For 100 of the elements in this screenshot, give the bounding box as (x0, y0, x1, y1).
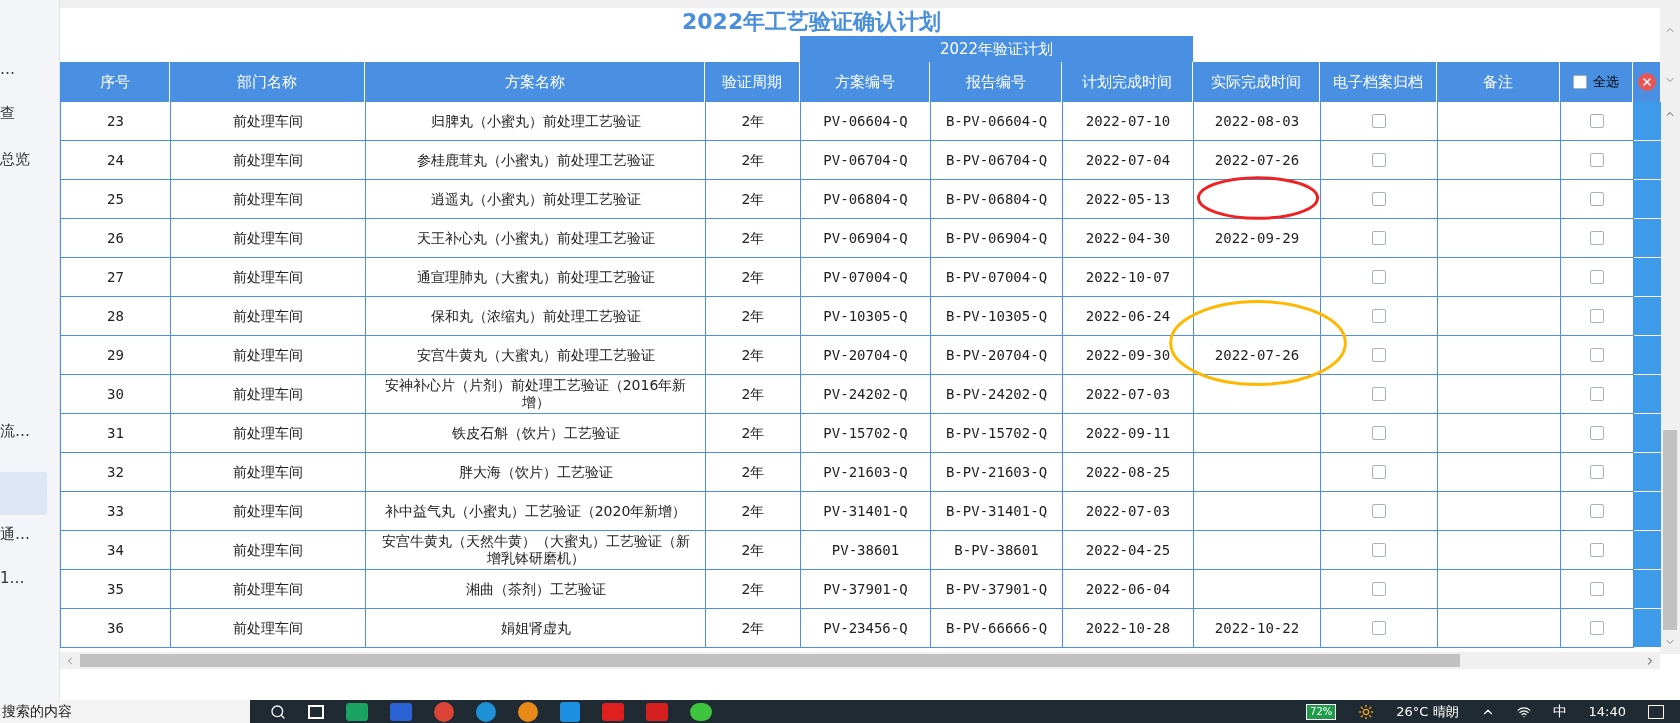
sun-icon[interactable] (1358, 703, 1375, 720)
table-cell: 2022-04-25 (1063, 531, 1194, 570)
battery-indicator[interactable]: 72% (1306, 703, 1337, 720)
checkbox[interactable] (1590, 543, 1604, 557)
clock[interactable]: 14:40 (1588, 701, 1626, 722)
row-handle[interactable] (1634, 375, 1661, 414)
table-cell: B-PV-20704-Q (931, 336, 1063, 375)
checkbox[interactable] (1372, 504, 1386, 518)
table-cell: PV-38601 (801, 531, 931, 570)
row-handle[interactable] (1634, 141, 1661, 180)
checkbox[interactable] (1372, 465, 1386, 479)
table-cell: 29 (61, 336, 171, 375)
checkbox[interactable] (1372, 621, 1386, 635)
checkbox[interactable] (1590, 426, 1604, 440)
checkbox[interactable] (1372, 114, 1386, 128)
task-view-icon[interactable] (308, 704, 324, 719)
table-cell: 逍遥丸（小蜜丸）前处理工艺验证 (366, 180, 706, 219)
table-cell: B-PV-31401-Q (931, 492, 1063, 531)
sidebar-item[interactable]: … (0, 58, 47, 80)
table-cell: B-PV-24202-Q (931, 375, 1063, 414)
checkbox[interactable] (1590, 114, 1604, 128)
checkbox[interactable] (1372, 426, 1386, 440)
table-cell: 2022-07-26 (1194, 141, 1321, 180)
checkbox[interactable] (1590, 270, 1604, 284)
column-header: 部门名称 (170, 62, 365, 102)
table-cell: 湘曲（茶剂）工艺验证 (366, 570, 706, 609)
horizontal-scrollbar[interactable] (60, 652, 1660, 669)
app-icon[interactable] (690, 702, 712, 721)
table-cell: 2022-10-22 (1194, 609, 1321, 648)
table-cell: 参桂鹿茸丸（小蜜丸）前处理工艺验证 (366, 141, 706, 180)
weather-text[interactable]: 26°C 晴朗 (1396, 701, 1459, 722)
app-icon[interactable] (602, 702, 624, 721)
close-icon[interactable] (1637, 73, 1656, 91)
row-handle[interactable] (1634, 180, 1661, 219)
table-cell: 娟姐肾虚丸 (366, 609, 706, 648)
checkbox[interactable] (1590, 582, 1604, 596)
search-icon[interactable] (270, 703, 286, 720)
checkbox[interactable] (1573, 75, 1587, 89)
column-header: 方案编号 (800, 62, 930, 102)
sidebar-item[interactable]: 通… (0, 523, 47, 545)
table-cell: 前处理车间 (171, 609, 366, 648)
app-icon[interactable] (518, 701, 538, 722)
table-cell: 2022-07-26 (1194, 336, 1321, 375)
checkbox[interactable] (1590, 231, 1604, 245)
wifi-icon[interactable] (1516, 704, 1531, 719)
table-cell: 前处理车间 (171, 336, 366, 375)
row-handle[interactable] (1634, 336, 1661, 375)
column-header: 电子档案归档 (1320, 62, 1437, 102)
app-icon[interactable] (560, 701, 580, 722)
checkbox[interactable] (1372, 543, 1386, 557)
row-handle[interactable] (1634, 297, 1661, 336)
checkbox[interactable] (1590, 504, 1604, 518)
checkbox[interactable] (1372, 270, 1386, 284)
table-cell: 31 (61, 414, 171, 453)
checkbox[interactable] (1372, 231, 1386, 245)
sidebar-item[interactable]: 1… (0, 567, 47, 589)
scrollbar-thumb[interactable] (80, 654, 1460, 667)
table-cell: B-PV-21603-Q (931, 453, 1063, 492)
checkbox[interactable] (1372, 153, 1386, 167)
row-handle[interactable] (1634, 258, 1661, 297)
row-handle[interactable] (1634, 609, 1661, 648)
column-header: 计划完成时间 (1062, 62, 1193, 102)
table-cell: 2022-09-29 (1194, 219, 1321, 258)
sidebar-item[interactable]: 总览 (0, 148, 47, 170)
checkbox[interactable] (1590, 387, 1604, 401)
table-cell: PV-21603-Q (801, 453, 931, 492)
app-icon[interactable] (476, 701, 496, 722)
checkbox[interactable] (1372, 348, 1386, 362)
table-cell: 30 (61, 375, 171, 414)
checkbox[interactable] (1372, 582, 1386, 596)
row-handle[interactable] (1634, 414, 1661, 453)
app-icon[interactable] (646, 702, 668, 721)
checkbox[interactable] (1372, 192, 1386, 206)
app-icon[interactable] (434, 701, 454, 722)
table-cell: 2年 (706, 180, 801, 219)
notification-icon[interactable] (1648, 704, 1664, 719)
row-handle[interactable] (1634, 570, 1661, 609)
row-handle[interactable] (1634, 453, 1661, 492)
table-cell: 前处理车间 (171, 531, 366, 570)
checkbox[interactable] (1590, 192, 1604, 206)
checkbox[interactable] (1590, 465, 1604, 479)
row-handle[interactable] (1634, 102, 1661, 141)
row-handle[interactable] (1634, 531, 1661, 570)
row-handle[interactable] (1634, 492, 1661, 531)
table-cell: 2022-07-04 (1063, 141, 1194, 180)
app-icon[interactable] (390, 702, 412, 721)
checkbox[interactable] (1590, 621, 1604, 635)
scrollbar-thumb[interactable] (1663, 430, 1677, 630)
checkbox[interactable] (1590, 153, 1604, 167)
app-icon[interactable] (346, 702, 368, 721)
row-handle[interactable] (1634, 219, 1661, 258)
vertical-scrollbar[interactable] (1660, 102, 1680, 654)
checkbox[interactable] (1372, 387, 1386, 401)
checkbox[interactable] (1590, 309, 1604, 323)
sidebar-item[interactable]: 查 (0, 102, 47, 124)
checkbox[interactable] (1590, 348, 1604, 362)
checkbox[interactable] (1372, 309, 1386, 323)
table-cell: B-PV-06804-Q (931, 180, 1063, 219)
sidebar-item[interactable]: 流… (0, 420, 47, 442)
ime-indicator[interactable]: 中 (1552, 701, 1567, 722)
